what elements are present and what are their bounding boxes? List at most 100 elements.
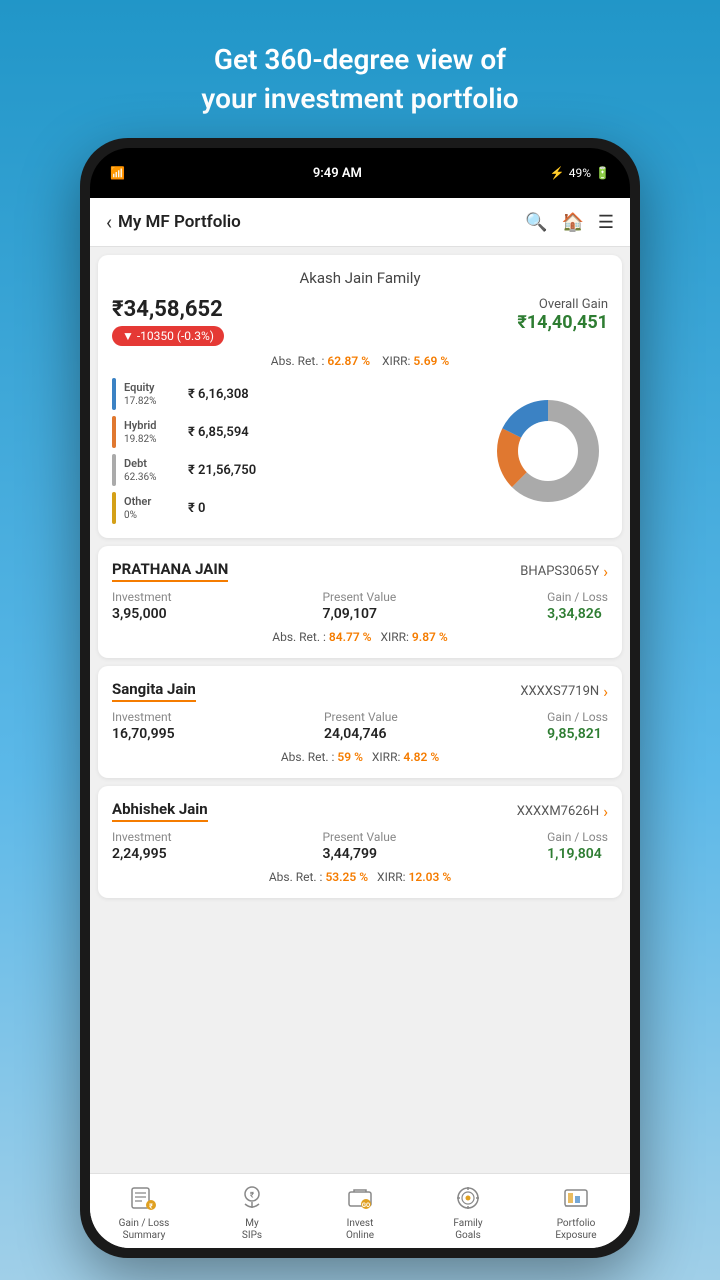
- tagline: Get 360-degree view of your investment p…: [201, 40, 518, 118]
- member-id[interactable]: XXXXS7719N ›: [520, 682, 608, 701]
- menu-icon[interactable]: ☰: [598, 212, 614, 233]
- tagline-line1: Get 360-degree view of: [214, 43, 506, 76]
- category-name: Equity17.82%: [124, 381, 176, 407]
- investment-stat: Investment 16,70,995: [112, 710, 175, 742]
- time-display: 9:49 AM: [313, 166, 362, 181]
- present-value-label: Present Value: [322, 590, 396, 604]
- chevron-right-icon: ›: [603, 682, 608, 701]
- member-abs-ret: 53.25 %: [325, 870, 368, 884]
- donut-chart: [488, 391, 608, 511]
- svg-text:GO: GO: [362, 1202, 370, 1209]
- category-name: Hybrid19.82%: [124, 419, 176, 445]
- total-value: ₹34,58,652: [112, 297, 224, 322]
- member-abs-ret: 59 %: [337, 750, 363, 764]
- investment-label: Investment: [112, 710, 175, 724]
- phone-screen: ‹ My MF Portfolio 🔍 🏠 ☰ Akash Jain Famil…: [90, 198, 630, 1248]
- sip-icon: ₹: [236, 1182, 268, 1214]
- bluetooth-icon: ⚡: [550, 166, 565, 180]
- member-card-1: Sangita Jain XXXXS7719N › Investment 16,…: [98, 666, 622, 778]
- investment-label: Investment: [112, 830, 172, 844]
- overall-gain-value: ₹14,40,451: [517, 312, 608, 333]
- member-returns: Abs. Ret. : 53.25 % XIRR: 12.03 %: [112, 870, 608, 884]
- nav-invest-online[interactable]: GO InvestOnline: [306, 1182, 414, 1242]
- goals-icon: [452, 1182, 484, 1214]
- exposure-icon: [560, 1182, 592, 1214]
- present-value-label: Present Value: [322, 830, 396, 844]
- change-badge: ▼ -10350 (-0.3%): [112, 326, 224, 346]
- portfolio-breakdown: Equity17.82% ₹ 6,16,308 Hybrid19.82% ₹ 6…: [112, 378, 608, 524]
- member-id[interactable]: BHAPS3065Y ›: [520, 562, 608, 581]
- abs-ret-label: Abs. Ret. :: [271, 354, 325, 368]
- nav-my-sips-label: MySIPs: [242, 1218, 262, 1242]
- gain-loss-stat: Gain / Loss 1,19,804: [547, 830, 608, 862]
- category-color-dot: [112, 492, 116, 524]
- member-card-0: PRATHANA JAIN BHAPS3065Y › Investment 3,…: [98, 546, 622, 658]
- gain-loss-stat: Gain / Loss 9,85,821: [547, 710, 608, 742]
- nav-invest-online-label: InvestOnline: [346, 1218, 374, 1242]
- category-item-hybrid: Hybrid19.82% ₹ 6,85,594: [112, 416, 488, 448]
- portfolio-summary-card: Akash Jain Family ₹34,58,652 ▼ -10350 (-…: [98, 255, 622, 538]
- member-cards-container: PRATHANA JAIN BHAPS3065Y › Investment 3,…: [90, 546, 630, 898]
- overall-gain-label: Overall Gain: [517, 297, 608, 312]
- home-icon[interactable]: 🏠: [561, 212, 583, 233]
- gain-loss-value: 1,19,804: [547, 846, 608, 862]
- battery-level: 49%: [569, 166, 591, 180]
- invest-icon: GO: [344, 1182, 376, 1214]
- category-item-debt: Debt62.36% ₹ 21,56,750: [112, 454, 488, 486]
- member-returns: Abs. Ret. : 59 % XIRR: 4.82 %: [112, 750, 608, 764]
- nav-family-goals[interactable]: FamilyGoals: [414, 1182, 522, 1242]
- back-button[interactable]: ‹: [106, 210, 112, 234]
- gain-loss-label: Gain / Loss: [547, 830, 608, 844]
- category-name: Debt62.36%: [124, 457, 176, 483]
- member-xirr: 9.87 %: [412, 630, 448, 644]
- nav-portfolio-exposure[interactable]: PortfolioExposure: [522, 1182, 630, 1242]
- category-item-other: Other0% ₹ 0: [112, 492, 488, 524]
- nav-gain-loss[interactable]: ₹ Gain / LossSummary: [90, 1182, 198, 1242]
- page-title: My MF Portfolio: [118, 212, 241, 232]
- category-value: ₹ 21,56,750: [188, 463, 256, 478]
- category-value: ₹ 6,85,594: [188, 425, 249, 440]
- present-value: 7,09,107: [322, 606, 396, 622]
- investment-label: Investment: [112, 590, 172, 604]
- nav-my-sips[interactable]: ₹ MySIPs: [198, 1182, 306, 1242]
- category-value: ₹ 0: [188, 501, 205, 516]
- status-bar: 📶 9:49 AM ⚡ 49% 🔋: [90, 148, 630, 198]
- abs-ret-value: 62.87 %: [327, 354, 370, 368]
- member-name: Abhishek Jain: [112, 800, 208, 822]
- member-id[interactable]: XXXXM7626H ›: [517, 802, 608, 821]
- tagline-line2: your investment portfolio: [201, 82, 518, 115]
- gain-loss-label: Gain / Loss: [547, 590, 608, 604]
- present-value-stat: Present Value 24,04,746: [324, 710, 398, 742]
- present-value: 3,44,799: [322, 846, 396, 862]
- app-header: ‹ My MF Portfolio 🔍 🏠 ☰: [90, 198, 630, 247]
- content-area: Akash Jain Family ₹34,58,652 ▼ -10350 (-…: [90, 247, 630, 1173]
- investment-value: 2,24,995: [112, 846, 172, 862]
- svg-text:₹: ₹: [149, 1203, 153, 1211]
- member-name: PRATHANA JAIN: [112, 560, 228, 582]
- xirr-value: 5.69 %: [413, 354, 449, 368]
- present-value-stat: Present Value 3,44,799: [322, 830, 396, 862]
- member-xirr: 4.82 %: [403, 750, 439, 764]
- gain-loss-value: 3,34,826: [547, 606, 608, 622]
- category-color-dot: [112, 454, 116, 486]
- portfolio-returns: Abs. Ret. : 62.87 % XIRR: 5.69 %: [112, 354, 608, 368]
- wifi-icon: 📶: [110, 166, 125, 180]
- category-value: ₹ 6,16,308: [188, 387, 249, 402]
- gain-loss-value: 9,85,821: [547, 726, 608, 742]
- member-returns: Abs. Ret. : 84.77 % XIRR: 9.87 %: [112, 630, 608, 644]
- phone-frame: 📶 9:49 AM ⚡ 49% 🔋 ‹ My MF Portfolio 🔍: [80, 138, 640, 1258]
- search-icon[interactable]: 🔍: [525, 212, 547, 233]
- investment-value: 16,70,995: [112, 726, 175, 742]
- chevron-right-icon: ›: [603, 802, 608, 821]
- present-value: 24,04,746: [324, 726, 398, 742]
- nav-family-goals-label: FamilyGoals: [453, 1218, 482, 1242]
- gain-loss-stat: Gain / Loss 3,34,826: [547, 590, 608, 622]
- chevron-right-icon: ›: [603, 562, 608, 581]
- present-value-label: Present Value: [324, 710, 398, 724]
- category-color-dot: [112, 416, 116, 448]
- gain-loss-label: Gain / Loss: [547, 710, 608, 724]
- member-name: Sangita Jain: [112, 680, 196, 702]
- investment-value: 3,95,000: [112, 606, 172, 622]
- investment-stat: Investment 3,95,000: [112, 590, 172, 622]
- present-value-stat: Present Value 7,09,107: [322, 590, 396, 622]
